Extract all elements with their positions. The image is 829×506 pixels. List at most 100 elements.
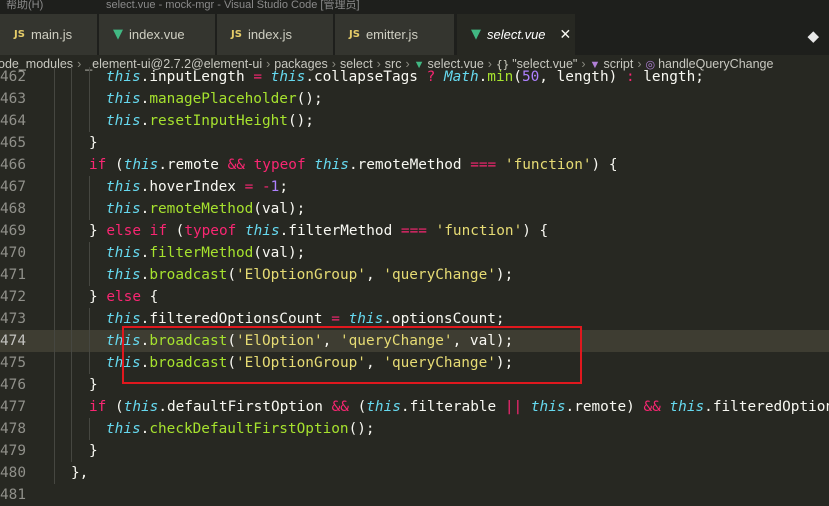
code-line[interactable]: 467 this.hoverIndex = -1;: [0, 176, 829, 198]
indent-guide: [54, 440, 55, 462]
code-token: .filteredOptionsCount: [140, 311, 332, 327]
indent-guide: [89, 67, 90, 88]
code-token: =: [331, 311, 340, 327]
window-title: select.vue - mock-mgr - Visual Studio Co…: [106, 0, 360, 11]
code-line[interactable]: 465}: [0, 132, 829, 154]
code-line[interactable]: 474 this.broadcast('ElOption', 'queryChan…: [0, 330, 829, 352]
code-token: }: [89, 443, 98, 459]
code-token: this: [106, 113, 141, 129]
code-line[interactable]: 470 this.filterMethod(val);: [0, 242, 829, 264]
line-number: 479: [0, 443, 26, 459]
indent-guide: [54, 462, 55, 484]
indent-guide: [71, 110, 72, 132]
tab-label: index.vue: [129, 27, 185, 42]
indent-guide: [71, 396, 72, 418]
code-line[interactable]: 468 this.remoteMethod(val);: [0, 198, 829, 220]
code-line[interactable]: 462 this.inputLength = this.collapseTags …: [0, 67, 829, 88]
tab-select-vue[interactable]: ▼ select.vue ✕: [457, 14, 576, 55]
code-token: 'ElOptionGroup': [235, 355, 366, 371]
tab-index-js[interactable]: JS index.js: [217, 14, 334, 55]
code-token: &&: [227, 157, 245, 173]
js-file-icon: JS: [349, 29, 360, 40]
line-number: 474: [0, 333, 26, 349]
tab-bar: ◆ JS main.js ▼ index.vue JS index.js JS emitter…: [0, 14, 829, 55]
code-token: .remote): [565, 399, 644, 415]
code-editor[interactable]: 462 this.inputLength = this.collapseTags …: [0, 67, 829, 506]
code-token: this: [106, 311, 141, 327]
line-number: 468: [0, 201, 26, 217]
code-line[interactable]: 473 this.filteredOptionsCount = this.opti…: [0, 308, 829, 330]
tab-index-vue[interactable]: ▼ index.vue: [99, 14, 216, 55]
js-file-icon: JS: [14, 29, 25, 40]
menu-help[interactable]: 帮助(H): [6, 0, 43, 11]
code-token: this: [106, 201, 141, 217]
code-token: (: [227, 267, 236, 283]
indent-guide: [54, 286, 55, 308]
line-number: 470: [0, 245, 26, 261]
code-text: this.managePlaceholder();: [106, 88, 323, 110]
indent-guide: [71, 242, 72, 264]
line-number: 462: [0, 69, 26, 85]
code-line[interactable]: 471 this.broadcast('ElOptionGroup', 'quer…: [0, 264, 829, 286]
code-token: ===: [470, 157, 497, 173]
tab-emitter-js[interactable]: JS emitter.js: [335, 14, 455, 55]
code-token: this: [106, 333, 141, 349]
indent-guide: [71, 176, 72, 198]
code-token: this: [244, 223, 280, 239]
code-token: broadcast: [149, 333, 228, 349]
code-token: this: [106, 69, 141, 85]
indent-guide: [89, 264, 90, 286]
code-text: this.checkDefaultFirstOption();: [106, 418, 375, 440]
code-token: collapseTags: [313, 69, 418, 85]
code-token: .remoteMethod: [348, 157, 471, 173]
code-token: this: [123, 157, 159, 173]
code-line[interactable]: 472} else {: [0, 286, 829, 308]
code-token: ) {: [522, 223, 549, 239]
code-token: this: [106, 91, 141, 107]
tab-label: main.js: [30, 27, 73, 42]
code-token: this: [106, 267, 141, 283]
code-line[interactable]: 476}: [0, 374, 829, 396]
close-icon[interactable]: ✕: [560, 26, 572, 43]
code-token: ();: [296, 91, 323, 107]
indent-guide: [71, 330, 72, 352]
code-token: 'function': [435, 223, 523, 239]
code-token: this: [669, 399, 705, 415]
indent-guide: [54, 352, 55, 374]
code-line[interactable]: 481: [0, 484, 829, 506]
line-number: 475: [0, 355, 26, 371]
code-token: typeof: [253, 157, 306, 173]
code-token: ,: [365, 355, 384, 371]
indent-guide: [71, 308, 72, 330]
code-token: 1: [270, 179, 280, 195]
code-line[interactable]: 479}: [0, 440, 829, 462]
code-token: broadcast: [149, 355, 228, 371]
code-token: this: [366, 399, 401, 415]
indent-guide: [89, 88, 90, 110]
line-number: 471: [0, 267, 26, 283]
code-token: ||: [504, 399, 523, 415]
indent-guide: [54, 330, 55, 352]
code-token: }: [89, 135, 98, 151]
code-text: this.hoverIndex = -1;: [106, 176, 288, 198]
indent-guide: [54, 242, 55, 264]
code-token: resetInputHeight: [149, 113, 288, 129]
code-token: }: [89, 223, 107, 239]
js-file-icon: JS: [231, 29, 242, 40]
split-editor-icon[interactable]: ◆: [807, 27, 819, 45]
indent-guide: [89, 110, 90, 132]
code-line[interactable]: 464 this.resetInputHeight();: [0, 110, 829, 132]
code-token: 'queryChange': [383, 267, 496, 283]
code-line[interactable]: 480},: [0, 462, 829, 484]
code-line[interactable]: 466 if (this.remote && typeof this.remote…: [0, 154, 829, 176]
title-bar: 帮助(H) select.vue - mock-mgr - Visual Stu…: [0, 0, 829, 14]
code-token: ();: [348, 421, 375, 437]
code-line[interactable]: 475 this.broadcast('ElOptionGroup', 'quer…: [0, 352, 829, 374]
code-line[interactable]: 477 if (this.defaultFirstOption && (this.…: [0, 396, 829, 418]
tab-main-js[interactable]: JS main.js: [0, 14, 98, 55]
code-line[interactable]: 478 this.checkDefaultFirstOption();: [0, 418, 829, 440]
code-line[interactable]: 469} else if (typeof this.filterMethod =…: [0, 220, 829, 242]
code-line[interactable]: 463 this.managePlaceholder();: [0, 88, 829, 110]
